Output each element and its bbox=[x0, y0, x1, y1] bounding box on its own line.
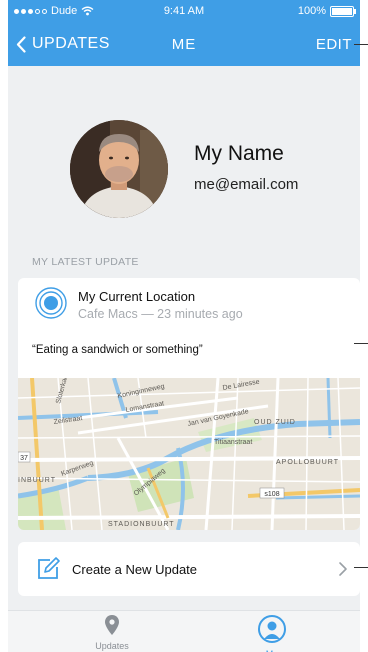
person-icon bbox=[258, 615, 286, 643]
chevron-right-icon bbox=[339, 562, 347, 576]
location-title: My Current Location bbox=[78, 289, 196, 304]
location-map[interactable]: Koninginneweg De Lairesse Zeilstraat Lom… bbox=[18, 378, 360, 530]
battery-percent: 100% bbox=[297, 5, 326, 17]
create-update-label: Create a New Update bbox=[72, 562, 198, 577]
section-heading: MY LATEST UPDATE bbox=[32, 256, 139, 268]
map-road-label: s108 bbox=[264, 491, 279, 498]
update-text: “Eating a sandwich or something” bbox=[32, 344, 203, 356]
latest-update-card[interactable]: My Current Location Cafe Macs — 23 minut… bbox=[18, 278, 360, 530]
annotation-tick bbox=[354, 343, 368, 344]
page-title: ME bbox=[171, 36, 197, 53]
map-label: Titiaanstraat bbox=[214, 439, 252, 446]
map-pin-icon bbox=[105, 615, 119, 635]
tab-updates[interactable]: Updates bbox=[62, 615, 162, 651]
profile-screen: Dude 9:41 AM 100% UPDATES ME EDIT My Nam… bbox=[8, 0, 360, 652]
annotation-tick bbox=[354, 44, 368, 45]
map-road-label: 37 bbox=[20, 455, 28, 462]
map-label: STADIONBUURT bbox=[108, 521, 175, 528]
profile-name: My Name bbox=[194, 142, 284, 165]
tab-updates-label: Updates bbox=[95, 641, 129, 651]
battery-icon bbox=[330, 5, 356, 17]
map-label: APOLLOBUURT bbox=[276, 459, 339, 466]
location-pulse-icon bbox=[35, 287, 67, 319]
battery-group: 100% bbox=[297, 5, 356, 17]
tab-me[interactable]: Me bbox=[222, 615, 322, 652]
tab-bar: Updates Me bbox=[8, 610, 360, 652]
avatar bbox=[70, 120, 168, 218]
map-label: INBUURT bbox=[18, 477, 56, 484]
status-bar: Dude 9:41 AM 100% bbox=[8, 0, 360, 22]
create-update-button[interactable]: Create a New Update bbox=[18, 542, 360, 596]
map-label: OUD ZUID bbox=[254, 419, 296, 426]
annotation-tick bbox=[354, 567, 368, 568]
compose-icon bbox=[38, 557, 60, 579]
location-subtitle: Cafe Macs — 23 minutes ago bbox=[78, 307, 243, 321]
edit-button[interactable]: EDIT bbox=[316, 36, 352, 53]
navigation-bar: UPDATES ME EDIT bbox=[8, 22, 360, 66]
profile-email: me@email.com bbox=[194, 176, 299, 193]
